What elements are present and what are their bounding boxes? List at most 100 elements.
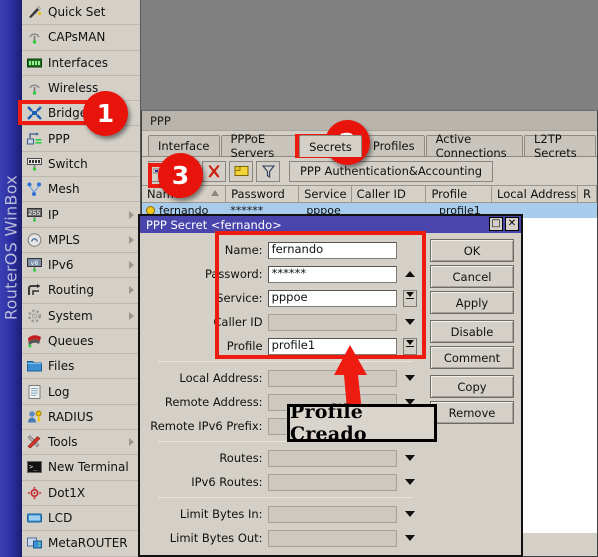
tab-secrets[interactable]: Secrets: [299, 135, 362, 157]
dropdown-arrow-icon[interactable]: [400, 370, 420, 387]
column-header-profile[interactable]: Profile: [426, 186, 492, 202]
dialog-title: PPP Secret <fernando>: [146, 217, 282, 232]
input-limit-bytes-out[interactable]: [267, 529, 398, 547]
sidebar-item-lcd[interactable]: LCD: [22, 506, 140, 532]
wand-icon: [26, 4, 43, 20]
ppp-auth-accounting-button[interactable]: PPP Authentication&Accounting: [289, 160, 494, 182]
comment-button[interactable]: [229, 160, 253, 182]
button-label: Copy: [457, 379, 487, 394]
sidebar-item-mpls[interactable]: MPLS: [22, 228, 140, 253]
sidebar-item-interfaces[interactable]: Interfaces: [22, 51, 140, 76]
comment-button[interactable]: Comment: [430, 346, 514, 369]
sidebar-item-mesh[interactable]: Mesh: [22, 177, 140, 203]
maximize-icon[interactable]: □: [489, 217, 503, 231]
form-row-routes: Routes:: [150, 447, 420, 469]
sidebar-item-label: MetaROUTER: [48, 536, 128, 551]
winbox-sidebar-menu[interactable]: Quick Set CAPsMAN Interfaces Wireless Bridge…: [22, 0, 141, 557]
ppp-column-headers[interactable]: Name Password Service Caller ID Profile Local…: [142, 185, 597, 203]
remove-button[interactable]: Remove: [430, 401, 514, 424]
button-label: Cancel: [452, 269, 492, 284]
apply-button[interactable]: Apply: [430, 291, 514, 314]
sidebar-item-label: Tools: [48, 435, 78, 450]
ppp-window-titlebar: PPP: [142, 111, 597, 131]
sidebar-item-label: Quick Set: [48, 5, 106, 20]
label-routes: Routes:: [219, 451, 263, 465]
sidebar-item-label: IP: [48, 207, 59, 222]
sidebar-item-files[interactable]: Files: [22, 354, 140, 380]
svg-text:255: 255: [28, 209, 40, 217]
dropdown-arrow-icon[interactable]: [400, 450, 420, 467]
sidebar-item-label: Dot1X: [48, 485, 86, 500]
tab-label: Active Connections: [435, 132, 507, 160]
sidebar-item-ipv6[interactable]: v6 IPv6: [22, 253, 140, 279]
label-local-address: Local Address:: [179, 371, 263, 385]
log-icon: [26, 384, 43, 400]
annotation-box-secret-fields: [215, 231, 426, 359]
sort-ascending-icon: [211, 190, 220, 196]
sidebar-item-radius[interactable]: RADIUS: [22, 405, 140, 431]
sidebar-item-ip[interactable]: 255 IP: [22, 202, 140, 228]
sidebar-item-system[interactable]: System: [22, 304, 140, 329]
form-row-ipv6-routes: IPv6 Routes:: [150, 471, 420, 493]
sidebar-item-queues[interactable]: Queues: [22, 329, 140, 355]
tab-l2tp-secrets[interactable]: L2TP Secrets: [524, 132, 596, 160]
filter-button[interactable]: [256, 160, 280, 182]
mesh-icon: [26, 181, 43, 197]
label-remote-address: Remote Address:: [164, 395, 263, 409]
terminal-icon: >_: [26, 459, 43, 475]
copy-button[interactable]: Copy: [430, 375, 514, 398]
sidebar-item-tools[interactable]: Tools: [22, 430, 140, 456]
column-header-password[interactable]: Password: [226, 186, 300, 202]
note-icon: [234, 166, 248, 176]
sidebar-item-switch[interactable]: Switch: [22, 152, 140, 178]
sidebar-item-wireless[interactable]: Wireless: [22, 76, 140, 102]
tab-label: PPPoE Servers: [230, 132, 275, 160]
dropdown-arrow-icon[interactable]: [400, 530, 420, 547]
routeros-winbox-band: RouterOS WinBox: [0, 0, 22, 557]
sidebar-item-new-terminal[interactable]: >_ New Terminal: [22, 455, 140, 481]
dropdown-arrow-icon[interactable]: [400, 506, 420, 523]
close-icon[interactable]: ✕: [505, 217, 519, 231]
sidebar-item-quick-set[interactable]: Quick Set: [22, 0, 140, 26]
sidebar-item-capsman[interactable]: CAPsMAN: [22, 25, 140, 51]
column-header-local-address[interactable]: Local Address: [492, 186, 578, 202]
sidebar-item-dot1x[interactable]: Dot1X: [22, 481, 140, 506]
winbox-band-label: RouterOS WinBox: [1, 174, 21, 321]
sidebar-item-metarouter[interactable]: MetaROUTER: [22, 531, 140, 557]
radius-key-icon: [26, 409, 43, 425]
sidebar-item-label: Queues: [48, 334, 94, 348]
ppp-window-title: PPP: [150, 113, 171, 128]
input-limit-bytes-in[interactable]: [267, 505, 398, 523]
sidebar-item-routing[interactable]: Routing: [22, 278, 140, 304]
input-routes[interactable]: [267, 449, 398, 467]
sidebar-item-ppp[interactable]: PPP: [22, 126, 140, 152]
sidebar-item-log[interactable]: Log: [22, 379, 140, 405]
column-header-r[interactable]: R: [578, 186, 597, 202]
dropdown-arrow-icon[interactable]: [400, 474, 420, 491]
sidebar-item-label: RADIUS: [48, 409, 94, 424]
column-header-caller-id[interactable]: Caller ID: [352, 186, 427, 202]
tab-active-connections[interactable]: Active Connections: [425, 132, 523, 160]
tab-label: L2TP Secrets: [534, 132, 577, 160]
disable-button[interactable]: [202, 160, 226, 182]
disable-button[interactable]: Disable: [430, 320, 514, 343]
dialog-window-buttons[interactable]: □ ✕: [489, 217, 519, 231]
dialog-action-buttons[interactable]: OK Cancel Apply Disable Comment Copy Remove: [430, 239, 514, 427]
sidebar-item-label: MPLS: [48, 232, 80, 247]
ppp-toolbar[interactable]: PPP Authentication&Accounting: [142, 157, 597, 182]
ok-button[interactable]: OK: [430, 239, 514, 262]
switch-icon: [26, 156, 43, 172]
cancel-button[interactable]: Cancel: [430, 265, 514, 288]
sidebar-item-label: IPv6: [48, 258, 74, 273]
column-header-label: Profile: [431, 187, 468, 201]
button-label: Comment: [443, 350, 501, 365]
column-header-service[interactable]: Service: [299, 186, 352, 202]
tab-pppoe-servers[interactable]: PPPoE Servers: [220, 132, 299, 160]
lcd-icon: [26, 510, 43, 526]
svg-text:v6: v6: [31, 259, 39, 267]
column-header-label: Password: [231, 187, 285, 201]
ppp-icon: [26, 131, 43, 147]
tab-profiles[interactable]: Profiles: [362, 135, 425, 156]
input-ipv6-routes[interactable]: [267, 473, 398, 491]
column-header-label: R: [582, 187, 591, 201]
